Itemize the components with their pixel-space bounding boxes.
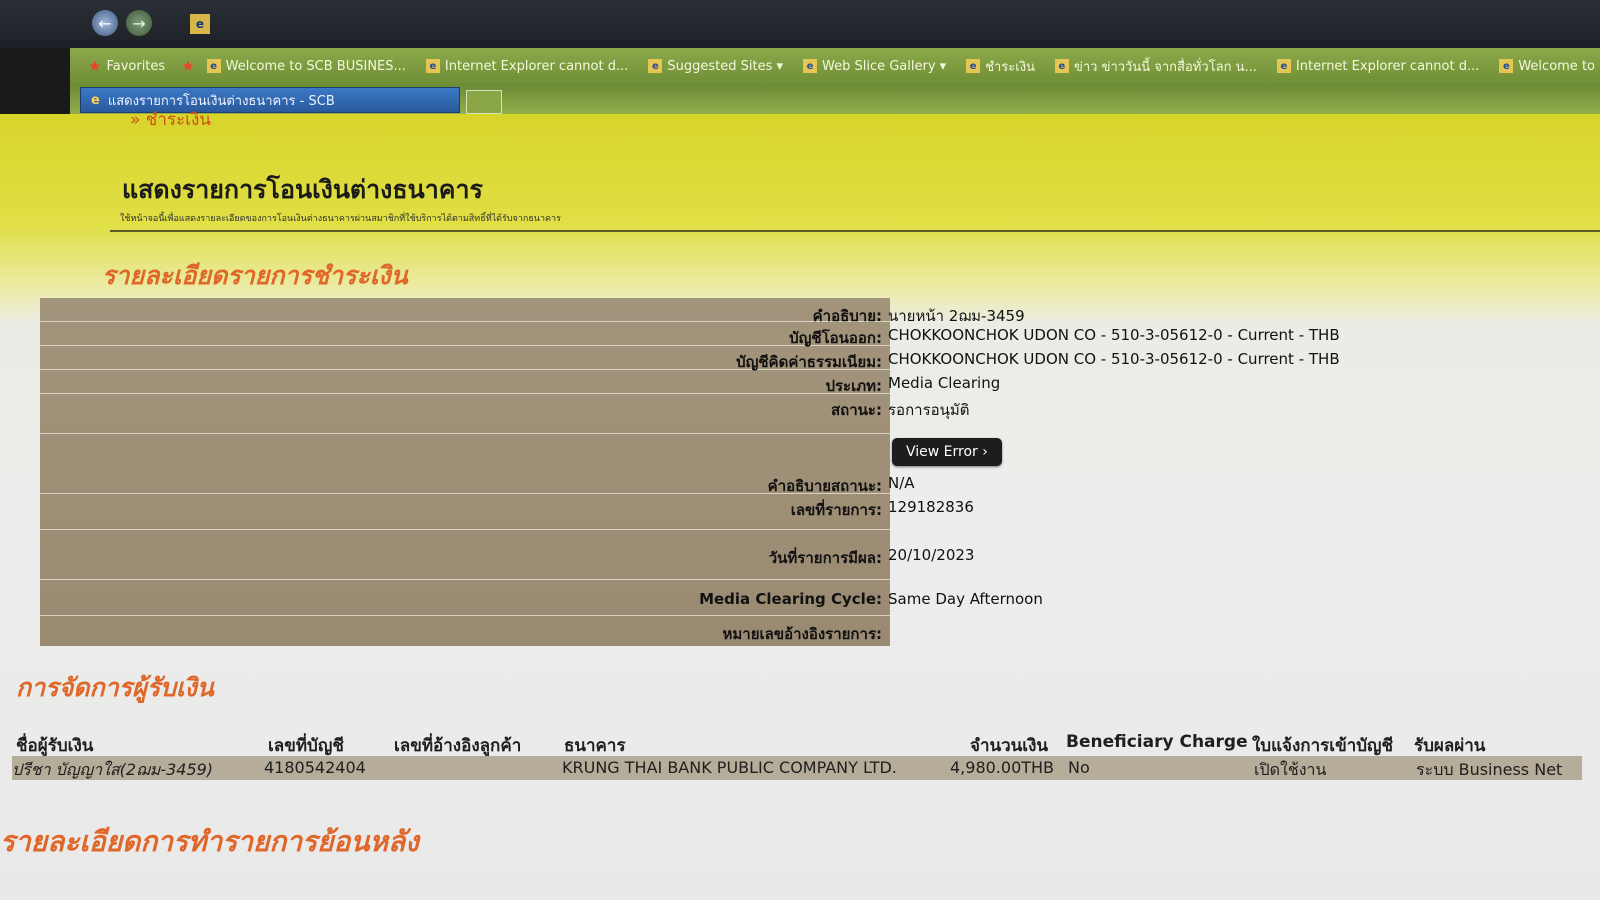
beneficiary-charge: No	[1068, 758, 1090, 777]
favorite-link-label: Welcome to SCB	[1518, 58, 1600, 74]
favorite-link-label: ข่าว ข่าววันนี้ จากสื่อทั่วโลก น...	[1073, 59, 1257, 75]
payee-table: ชื่อผู้รับเงิน เลขที่บัญชี เลขที่อ้างอิง…	[12, 730, 1582, 780]
divider	[110, 230, 1600, 232]
ie-page-icon: e	[1499, 59, 1514, 73]
favorite-link-label: Internet Explorer cannot d...	[1295, 58, 1480, 74]
breadcrumb[interactable]: » ชำระเงิน	[130, 106, 211, 133]
back-arrow-icon[interactable]: ←	[92, 10, 118, 36]
favorite-link-label: Welcome to SCB BUSINES...	[225, 58, 406, 74]
column-header: เลขที่อ้างอิงลูกค้า	[394, 736, 522, 756]
favorite-link-label: Web Slice Gallery ▾	[822, 58, 947, 74]
add-favorite-icon[interactable]: ★	[181, 57, 194, 75]
receive-via: ระบบ Business Net	[1416, 760, 1563, 779]
column-header: รับผลผ่าน	[1414, 736, 1486, 756]
favorite-link-label: Internet Explorer cannot d...	[444, 58, 629, 74]
detail-row-reference: หมายเลขอ้างอิงรายการ:	[40, 616, 1560, 646]
detail-row-type: ประเภท: Media Clearing	[40, 370, 1560, 395]
detail-value: Same Day Afternoon	[888, 590, 1043, 608]
forward-arrow-icon[interactable]: →	[126, 10, 152, 36]
payee-name: ปรีชา บัญญาใส(2ฌม-3459)	[12, 760, 214, 779]
favorite-link[interactable]: e Welcome to SCB	[1491, 59, 1600, 74]
tab-bar: e แสดงรายการโอนเงินต่างธนาคาร - SCB	[70, 84, 1600, 114]
ie-page-icon: e	[425, 59, 440, 73]
browser-toolbar: ← → e	[0, 0, 1600, 48]
column-header: เลขที่บัญชี	[268, 736, 344, 756]
detail-value: 20/10/2023	[888, 546, 975, 564]
detail-row-status-description: คำอธิบายสถานะ: N/A	[40, 470, 1560, 495]
detail-value: CHOKKOONCHOK UDON CO - 510-3-05612-0 - C…	[888, 326, 1340, 344]
credit-advice: เปิดใช้งาน	[1254, 760, 1327, 779]
detail-value: Media Clearing	[888, 374, 1001, 392]
favorite-link[interactable]: e Internet Explorer cannot d...	[418, 59, 636, 74]
detail-label: หมายเลขอ้างอิงรายการ:	[722, 625, 882, 643]
page-icon[interactable]: e	[190, 14, 210, 34]
ie-logo-icon: e	[91, 92, 100, 108]
favorites-button[interactable]: ★ Favorites	[80, 57, 173, 75]
ie-page-icon: e	[1276, 59, 1291, 73]
page-title: แสดงรายการโอนเงินต่างธนาคาร	[122, 175, 483, 204]
column-header: จำนวนเงิน	[970, 736, 1049, 756]
column-header: ชื่อผู้รับเงิน	[16, 736, 94, 756]
favorites-bar: ★ Favorites ★ e Welcome to SCB BUSINES...…	[70, 48, 1600, 84]
account-number: 4180542404	[264, 758, 366, 777]
star-icon: ★	[88, 57, 102, 75]
ie-page-icon: e	[1054, 59, 1069, 73]
detail-row-transaction-number: เลขที่รายการ: 129182836	[40, 494, 1560, 530]
detail-value: N/A	[888, 474, 915, 492]
ie-page-icon: e	[966, 59, 981, 73]
new-tab-button[interactable]	[466, 90, 502, 114]
detail-label: เลขที่รายการ:	[790, 501, 882, 519]
table-row[interactable]: ปรีชา บัญญาใส(2ฌม-3459) 4180542404 KRUNG…	[12, 756, 1582, 780]
payment-details-heading: รายละเอียดรายการชำระเงิน	[102, 261, 408, 290]
page-content: » ชำระเงิน แสดงรายการโอนเงินต่างธนาคาร ใ…	[0, 110, 1600, 900]
page-subtitle: ใช้หน้าจอนี้เพื่อแสดงรายละเอียดของการโอน…	[120, 214, 561, 224]
ie-page-icon: e	[803, 59, 817, 73]
backdated-heading: รายละเอียดการทำรายการย้อนหลัง	[0, 825, 419, 858]
detail-label: Media Clearing Cycle:	[699, 590, 882, 608]
amount: 4,980.00THB	[950, 758, 1055, 777]
detail-row-clearing-cycle: Media Clearing Cycle: Same Day Afternoon	[40, 580, 1560, 616]
favorite-link[interactable]: e Suggested Sites ▾	[640, 59, 791, 74]
detail-row-fee-account: บัญชีคิดค่าธรรมเนียม: CHOKKOONCHOK UDON …	[40, 346, 1560, 371]
ie-page-icon: e	[648, 59, 663, 73]
column-header: ธนาคาร	[564, 736, 626, 756]
favorite-link[interactable]: e Internet Explorer cannot d...	[1269, 59, 1487, 74]
favorite-link[interactable]: e ข่าว ข่าววันนี้ จากสื่อทั่วโลก น...	[1047, 56, 1265, 77]
detail-value: 129182836	[888, 498, 974, 516]
favorite-link-label: ชำระเงิน	[985, 59, 1035, 75]
payee-table-header: ชื่อผู้รับเงิน เลขที่บัญชี เลขที่อ้างอิง…	[12, 730, 1582, 756]
view-error-button[interactable]: View Error ›	[892, 438, 1002, 466]
status-value: รอการอนุมัติ	[888, 401, 970, 419]
favorite-link[interactable]: e ชำระเงิน	[958, 56, 1043, 77]
detail-label: วันที่รายการมีผล:	[768, 549, 882, 567]
favorite-link[interactable]: e Web Slice Gallery ▾	[795, 59, 954, 74]
favorite-link-label: Suggested Sites ▾	[667, 58, 783, 74]
detail-row-description: คำอธิบาย: นายหน้า 2ฌม-3459	[40, 298, 1560, 325]
payment-details-table: คำอธิบาย: นายหน้า 2ฌม-3459 บัญชีโอนออก: …	[40, 298, 1560, 646]
column-header: Beneficiary Charge	[1066, 732, 1248, 752]
bank-name: KRUNG THAI BANK PUBLIC COMPANY LTD.	[562, 758, 897, 777]
payee-heading: การจัดการผู้รับเงิน	[16, 673, 214, 702]
favorites-label: Favorites	[106, 58, 166, 74]
column-header: ใบแจ้งการเข้าบัญชี	[1252, 736, 1394, 756]
detail-label: สถานะ:	[831, 401, 882, 419]
detail-row-status: สถานะ: รอการอนุมัติ	[40, 394, 1560, 434]
detail-row-effective-date: วันที่รายการมีผล: 20/10/2023	[40, 530, 1560, 580]
favorite-link[interactable]: e Welcome to SCB BUSINES...	[199, 59, 414, 74]
detail-row-debit-account: บัญชีโอนออก: CHOKKOONCHOK UDON CO - 510-…	[40, 322, 1560, 347]
ie-page-icon: e	[206, 59, 221, 73]
detail-value: CHOKKOONCHOK UDON CO - 510-3-05612-0 - C…	[888, 350, 1340, 368]
